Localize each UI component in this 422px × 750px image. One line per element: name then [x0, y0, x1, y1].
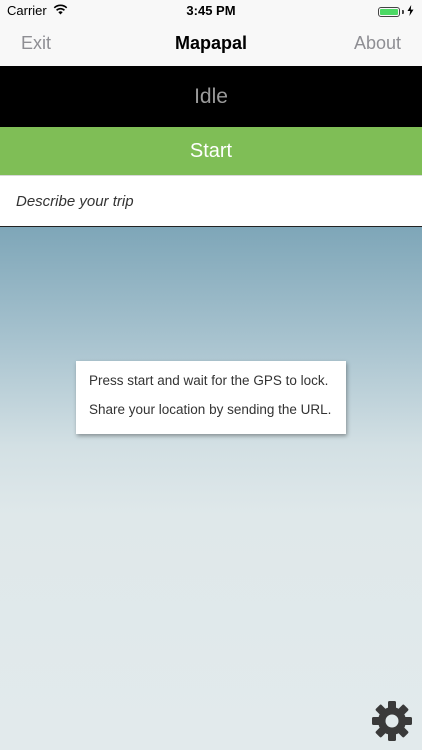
settings-button[interactable] — [370, 699, 414, 743]
instruction-line-start: Press start and wait for the GPS to lock… — [89, 373, 329, 388]
instructions-card: Press start and wait for the GPS to lock… — [76, 361, 346, 434]
battery-fill — [380, 8, 398, 15]
charging-bolt-icon — [407, 4, 414, 19]
battery-cap — [402, 9, 404, 14]
trip-description-input[interactable] — [16, 189, 406, 213]
about-button[interactable]: About — [354, 33, 401, 54]
screen: Carrier 3:45 PM Exit Mapapal About Idle … — [0, 0, 422, 750]
tracking-status: Idle — [0, 66, 422, 127]
instruction-line-share: Share your location by sending the URL. — [89, 402, 332, 417]
start-button[interactable]: Start — [0, 127, 422, 175]
status-time: 3:45 PM — [186, 3, 236, 18]
map-view[interactable] — [0, 227, 422, 750]
battery-icon — [378, 6, 400, 17]
status-bar: Carrier 3:45 PM — [0, 0, 422, 22]
navigation-bar: Exit Mapapal About — [0, 22, 422, 66]
gear-icon — [370, 701, 414, 747]
tracking-status-label: Idle — [194, 84, 228, 108]
status-right — [378, 4, 414, 19]
trip-description-row — [0, 175, 422, 227]
start-button-label: Start — [189, 139, 233, 162]
